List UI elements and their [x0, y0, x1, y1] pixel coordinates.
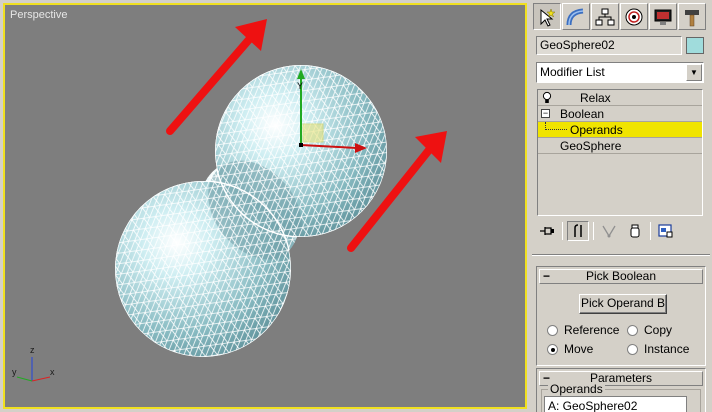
- configure-icon: [658, 224, 673, 238]
- axis-z-label: z: [30, 345, 35, 355]
- stack-item-operands[interactable]: Operands: [538, 122, 702, 138]
- radio-label: Copy: [644, 323, 673, 337]
- instance-radio[interactable]: Instance: [627, 342, 689, 356]
- trash-icon: [630, 224, 640, 238]
- stack-item-relax[interactable]: Relax: [538, 90, 702, 106]
- pin-stack-button[interactable]: [536, 221, 558, 241]
- stack-item-label: Boolean: [560, 107, 605, 121]
- radio-dot: [627, 324, 638, 336]
- motion-icon: [625, 8, 643, 25]
- radio-dot: [627, 343, 638, 355]
- parameters-rollout: − Parameters Operands A: GeoSphere02: [536, 368, 706, 412]
- create-tab[interactable]: [533, 3, 561, 30]
- svg-text:Y: Y: [297, 81, 303, 91]
- radio-dot: [547, 324, 558, 336]
- operand-a-item[interactable]: A: GeoSphere02: [548, 399, 637, 412]
- object-name-field[interactable]: GeoSphere02: [536, 36, 682, 55]
- stack-item-label: GeoSphere: [560, 139, 622, 153]
- modify-tab[interactable]: [562, 3, 590, 30]
- make-unique-button[interactable]: [598, 221, 620, 241]
- hierarchy-tab[interactable]: [591, 3, 619, 30]
- object-color-swatch[interactable]: [686, 37, 704, 54]
- toolbar-divider: [562, 222, 563, 240]
- cursor-star-icon: [540, 7, 556, 27]
- minus-icon: −: [543, 269, 551, 283]
- tree-connector: [545, 122, 567, 130]
- lightbulb-icon[interactable]: [542, 91, 552, 104]
- radio-label: Instance: [644, 342, 690, 356]
- show-end-result-icon: [574, 224, 582, 237]
- hammer-icon: [685, 9, 699, 26]
- pin-icon: [540, 227, 554, 235]
- move-radio[interactable]: Move: [547, 342, 593, 356]
- stack-item-geosphere[interactable]: GeoSphere: [538, 138, 702, 154]
- remove-modifier-button[interactable]: [624, 221, 646, 241]
- viewport-scene: Y: [16, 19, 447, 382]
- pick-boolean-title: Pick Boolean: [585, 269, 657, 283]
- radio-label: Move: [564, 342, 594, 356]
- bend-icon: [566, 8, 584, 25]
- modifier-list-label: Modifier List: [540, 65, 605, 79]
- configure-modifier-sets-button[interactable]: [655, 221, 677, 241]
- collapse-icon[interactable]: −: [541, 109, 550, 118]
- operands-label: Operands: [548, 382, 605, 396]
- pick-boolean-header[interactable]: − Pick Boolean: [539, 269, 703, 284]
- modifier-stack[interactable]: Relax − Boolean Operands GeoSphere: [537, 89, 703, 216]
- make-unique-icon: [602, 225, 616, 238]
- viewport-label[interactable]: Perspective: [10, 9, 67, 21]
- stack-item-label: Operands: [570, 123, 623, 137]
- stack-item-label: Relax: [580, 91, 611, 105]
- stack-toolbar: [536, 220, 704, 242]
- toolbar-divider: [593, 222, 594, 240]
- command-tabs: [530, 3, 712, 31]
- radio-label: Reference: [564, 323, 620, 337]
- axis-x-label: x: [50, 367, 55, 377]
- show-end-result-button[interactable]: [567, 221, 589, 241]
- axis-tripod-icon: [16, 357, 51, 382]
- radio-dot: [547, 343, 558, 355]
- toolbar-divider: [650, 222, 651, 240]
- motion-tab[interactable]: [620, 3, 648, 30]
- pick-boolean-rollout: − Pick Boolean Pick Operand B Reference …: [536, 266, 706, 366]
- operand-list[interactable]: A: GeoSphere02: [544, 396, 687, 412]
- command-panel: GeoSphere02 Modifier List ▼ Relax − Bool…: [530, 0, 712, 412]
- stack-item-boolean[interactable]: − Boolean: [538, 106, 702, 122]
- hierarchy-icon: [595, 8, 615, 25]
- chevron-down-icon[interactable]: ▼: [686, 64, 702, 81]
- geosphere-mesh: [115, 65, 387, 357]
- modifier-list-dropdown[interactable]: Modifier List ▼: [536, 62, 704, 83]
- copy-radio[interactable]: Copy: [627, 323, 672, 337]
- axis-y-label: y: [12, 367, 17, 377]
- display-icon: [654, 9, 672, 25]
- reference-radio[interactable]: Reference: [547, 323, 619, 337]
- pick-operand-b-button[interactable]: Pick Operand B: [579, 294, 667, 314]
- perspective-viewport[interactable]: Y Perspective z y x: [3, 3, 527, 409]
- display-tab[interactable]: [649, 3, 677, 30]
- operands-group: Operands A: GeoSphere02: [541, 382, 701, 412]
- utilities-tab[interactable]: [678, 3, 706, 30]
- panel-divider: [532, 254, 710, 256]
